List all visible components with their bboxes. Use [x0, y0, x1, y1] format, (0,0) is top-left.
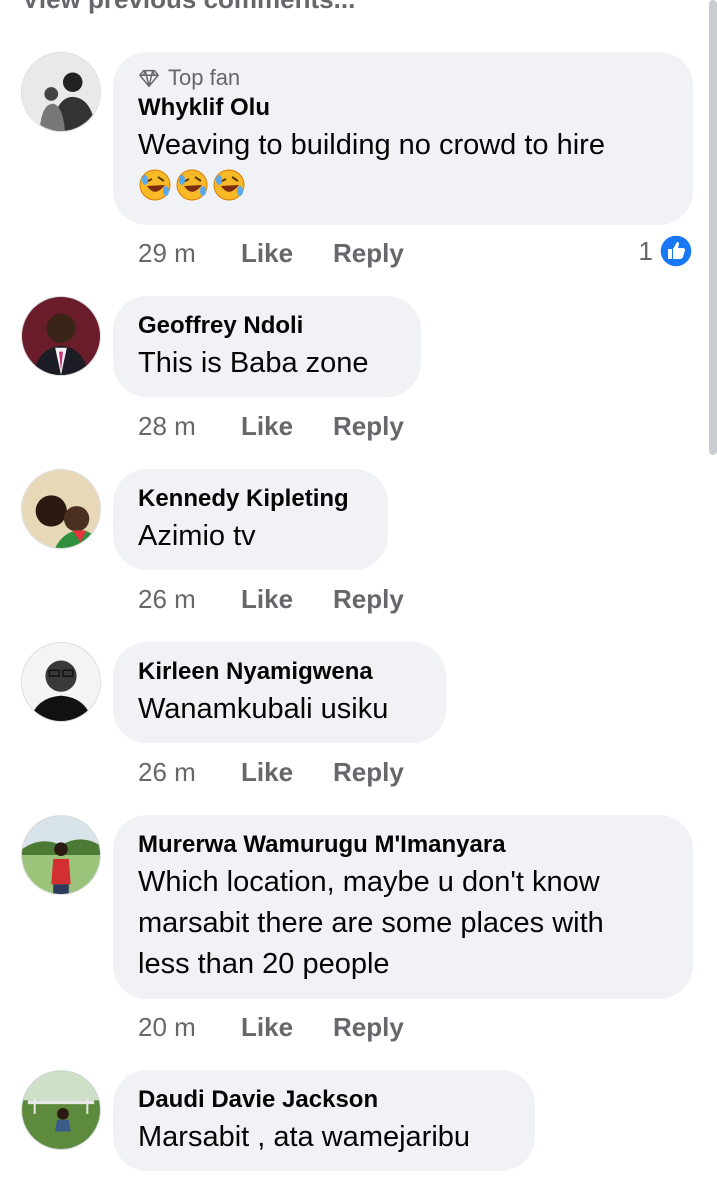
comment-timestamp[interactable]: 29 m [138, 238, 241, 269]
comment-bubble: Geoffrey Ndoli This is Baba zone [113, 296, 421, 397]
comment-bubble: Murerwa Wamurugu M'Imanyara Which locati… [113, 815, 693, 999]
like-button[interactable]: Like [241, 1012, 333, 1043]
comment-text: This is Baba zone [138, 347, 369, 379]
comment-text: Which location, maybe u don't know marsa… [138, 862, 668, 985]
comment-author[interactable]: Kennedy Kipleting [138, 484, 363, 514]
badge-label: Top fan [168, 65, 241, 90]
reply-button[interactable]: Reply [333, 238, 404, 269]
comment-actions: 29 m Like Reply [138, 238, 404, 269]
like-reaction-icon [659, 234, 693, 268]
comment-text-line: Which location, maybe u don't know [138, 866, 600, 898]
avatar[interactable] [21, 296, 101, 376]
avatar[interactable] [21, 642, 101, 722]
comment-author[interactable]: Whyklif Olu [138, 93, 668, 123]
comment-bubble: Daudi Davie Jackson Marsabit , ata wamej… [113, 1070, 535, 1171]
avatar-photo [22, 1071, 100, 1149]
scrollbar[interactable] [709, 0, 717, 455]
comment-text: Marsabit , ata wamejaribu [138, 1121, 471, 1153]
avatar-photo [22, 53, 100, 131]
avatar-photo [22, 816, 100, 894]
reaction-summary[interactable]: 1 [639, 234, 693, 268]
comment-actions: 20 m Like Reply [138, 1012, 404, 1043]
comment-bubble: Top fan Whyklif Olu Weaving to building … [113, 52, 693, 225]
comment-timestamp[interactable]: 20 m [138, 1012, 241, 1043]
reply-button[interactable]: Reply [333, 1012, 404, 1043]
avatar-photo [22, 297, 100, 375]
avatar[interactable] [21, 815, 101, 895]
rofl-emoji-icon [213, 169, 245, 201]
comment-author[interactable]: Murerwa Wamurugu M'Imanyara [138, 830, 668, 860]
comment-author[interactable]: Daudi Davie Jackson [138, 1085, 510, 1115]
like-button[interactable]: Like [241, 757, 333, 788]
like-button[interactable]: Like [241, 238, 333, 269]
comment-timestamp[interactable]: 26 m [138, 584, 241, 615]
comment-bubble: Kirleen Nyamigwena Wanamkubali usiku [113, 642, 446, 743]
comment-timestamp[interactable]: 26 m [138, 757, 241, 788]
rofl-emoji-icon [176, 169, 208, 201]
comment-text: Weaving to building no crowd to hire [138, 129, 605, 161]
laughing-emoji-group [138, 168, 668, 202]
reply-button[interactable]: Reply [333, 584, 404, 615]
comment-text: Wanamkubali usiku [138, 693, 389, 725]
avatar[interactable] [21, 52, 101, 132]
avatar[interactable] [21, 1070, 101, 1150]
comment-actions: 26 m Like Reply [138, 584, 404, 615]
comment-text: Azimio tv [138, 520, 256, 552]
comment-author[interactable]: Kirleen Nyamigwena [138, 657, 421, 687]
view-previous-comments-link[interactable]: View previous comments... [22, 0, 355, 15]
comment-actions: 26 m Like Reply [138, 757, 404, 788]
like-button[interactable]: Like [241, 411, 333, 442]
comment-text-line: marsabit there are some places with [138, 907, 604, 939]
avatar-photo [22, 643, 100, 721]
comment-timestamp[interactable]: 28 m [138, 411, 241, 442]
avatar[interactable] [21, 469, 101, 549]
avatar-photo [22, 470, 100, 548]
reply-button[interactable]: Reply [333, 411, 404, 442]
reaction-count: 1 [638, 235, 653, 266]
diamond-icon [139, 69, 159, 87]
comment-author[interactable]: Geoffrey Ndoli [138, 311, 396, 341]
comment-bubble: Kennedy Kipleting Azimio tv [113, 469, 388, 570]
comment-text-line: less than 20 people [138, 948, 390, 980]
rofl-emoji-icon [139, 169, 171, 201]
like-button[interactable]: Like [241, 584, 333, 615]
top-fan-badge: Top fan [138, 65, 668, 91]
comment-actions: 28 m Like Reply [138, 411, 404, 442]
reply-button[interactable]: Reply [333, 757, 404, 788]
